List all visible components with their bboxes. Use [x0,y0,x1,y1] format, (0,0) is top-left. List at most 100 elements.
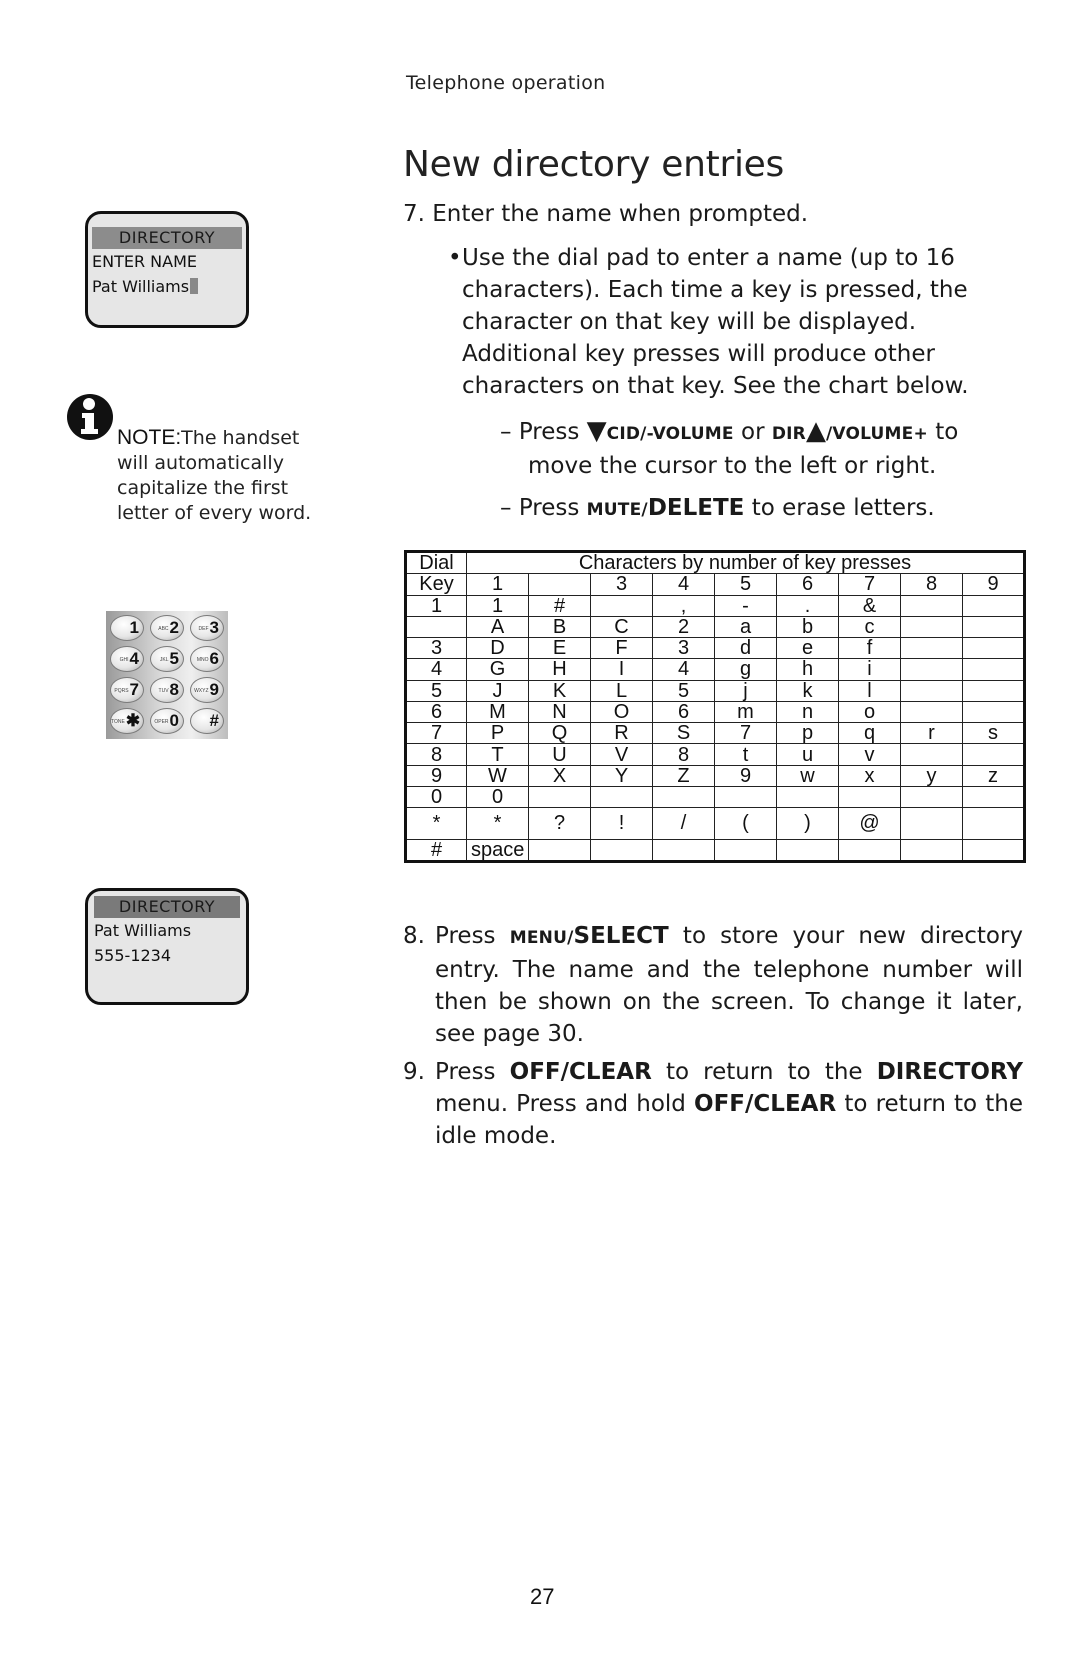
character-cell: p [776,722,839,745]
lcd-title-bar: DIRECTORY [94,896,240,918]
character-cell: g [714,658,777,681]
key-select: SELECT [573,923,669,949]
key-off-clear: OFF/CLEAR [509,1059,652,1085]
key-letters: OPER [154,718,169,725]
key-digit: 5 [169,649,179,668]
character-cell [714,838,777,863]
character-cell [528,838,591,863]
character-cell: K [528,679,591,702]
character-cell: G [466,658,529,681]
character-cell [900,637,963,660]
keypad-key: PQRS7 [110,677,144,703]
note-line: will automatically [117,452,284,474]
lcd-saved-entry-screen: DIRECTORY Pat Williams 555-1234 [85,888,249,1005]
press-count-header: 8 [900,573,963,596]
character-cell: P [466,722,529,745]
character-cell: i [838,658,901,681]
character-cell [590,785,653,809]
character-cell: 8 [652,743,715,766]
key-digit: 4 [129,649,139,668]
table-row: 7PQRS7pqrs [405,722,1025,745]
character-cell [590,594,653,617]
dial-key-cell: 0 [405,785,467,809]
step-9: 9. Press OFF/CLEAR to return to the DIRE… [403,1056,1023,1152]
character-cell [962,615,1025,639]
character-cell: s [962,722,1025,745]
character-cell: 5 [652,679,715,702]
character-cell: 4 [652,658,715,681]
character-cell: J [466,679,529,702]
character-cell [900,679,963,702]
key-digit: 2 [169,618,179,637]
character-cell [714,785,777,809]
chart-title: Characters by number of key presses [466,550,1025,575]
keypad-key: JKL5 [150,646,184,672]
dash-suffix: to [935,419,959,445]
character-cell [590,838,653,863]
character-cell: H [528,658,591,681]
note: NOTE:The handset will automatically capi… [117,425,347,526]
step-text: Enter the name when prompted. [432,201,809,227]
key-off-clear: OFF/CLEAR [694,1091,837,1117]
character-cell [962,785,1025,809]
character-cell: q [838,722,901,745]
note-line: capitalize the first [117,477,289,499]
character-cell: C [590,615,653,639]
dial-key-cell: 3 [405,637,467,660]
character-cell [962,700,1025,724]
dial-pad-image: 1 ABC2 DEF3 GHI4 JKL5 MNO6 PQRS7 TUV8 WXYZ9 TONE✱… [106,611,228,739]
character-cell: w [776,764,839,787]
character-cell: # [528,594,591,617]
character-cell [900,785,963,809]
character-cell: D [466,637,529,660]
key-digit: 8 [169,680,179,699]
press-count-header: 5 [714,573,777,596]
character-cell: O [590,700,653,724]
table-row: 1 1 #, -. & [405,594,1025,617]
lcd-name: Pat Williams [92,277,190,296]
character-cell [900,594,963,617]
press-count-header [528,573,591,596]
key-letters: JKL [159,656,169,663]
step-7-bullet: • Use the dial pad to enter a name (up t… [448,242,1010,402]
dial-key-cell: 9 [405,764,467,787]
character-cell: T [466,743,529,766]
character-cell: 9 [714,764,777,787]
character-cell: z [962,764,1025,787]
character-cell: F [590,637,653,660]
note-line: letter of every word. [117,502,312,524]
press-count-header: 9 [962,573,1025,596]
dash-line-2: move the cursor to the left or right. [528,453,937,479]
character-cell [900,807,963,840]
character-cell: E [528,637,591,660]
character-cell [838,838,901,863]
character-cell: j [714,679,777,702]
character-chart: Dial Characters by number of key presses… [404,550,1026,863]
character-cell: 6 [652,700,715,724]
keypad-key: DEF3 [190,615,224,641]
character-cell [776,838,839,863]
character-cell: t [714,743,777,766]
lcd-prompt: ENTER NAME [92,252,197,271]
character-cell [900,743,963,766]
character-cell [962,658,1025,681]
down-triangle-icon: ▼ [586,416,607,446]
keypad-key: ABC2 [150,615,184,641]
bullet-text: Use the dial pad to enter a name (up to … [462,245,969,399]
dial-key-cell: 4 [405,658,467,681]
character-cell: I [590,658,653,681]
character-cell: @ [838,807,901,840]
press-count-header: 4 [652,573,715,596]
key-digit: 0 [169,711,179,730]
step-8: 8. Press MENU/SELECT to store your new d… [403,920,1023,1050]
dial-key-cell: * [405,807,467,840]
character-cell: x [838,764,901,787]
dash-prefix: Press [518,419,580,445]
keypad-key: TUV8 [150,677,184,703]
character-cell [776,785,839,809]
dial-key-cell: 8 [405,743,467,766]
character-cell [900,615,963,639]
dash-suffix: to erase letters. [751,495,935,521]
key-mute: MUTE/ [586,500,648,520]
table-row: * *?! /() @ [405,807,1025,840]
